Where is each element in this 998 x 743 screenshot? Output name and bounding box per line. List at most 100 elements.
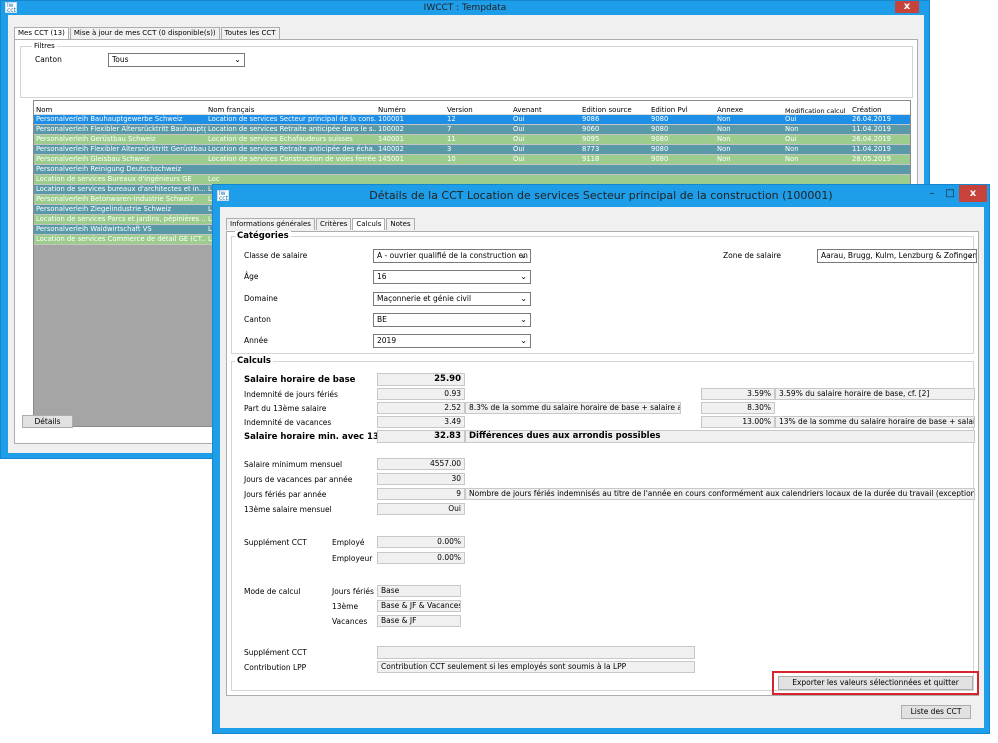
- tab-criteres[interactable]: Critères: [315, 218, 352, 230]
- zone-select[interactable]: Aarau, Brugg, Kulm, Lenzburg & Zofingen,…: [817, 249, 977, 263]
- table-cell: [206, 164, 376, 175]
- main-titlebar[interactable]: lw cct IWCCT : Tempdata x: [1, 1, 929, 15]
- liste-cct-button[interactable]: Liste des CCT: [901, 705, 971, 719]
- table-cell: 145001: [376, 154, 445, 165]
- table-cell: Location de services Construction de voi…: [206, 154, 376, 165]
- table-cell: 9086: [580, 114, 649, 125]
- table-cell: Personalverleih Flexibler Altersrücktrit…: [34, 124, 206, 135]
- age-value: 16: [377, 272, 387, 281]
- classe-select[interactable]: A - ouvrier qualifié de la construction …: [373, 249, 531, 263]
- table-cell: Non: [715, 144, 783, 155]
- jf-label: Indemnité de jours fériés: [244, 390, 338, 399]
- details-window-body: Informations générales Critères Calculs …: [220, 207, 984, 728]
- table-row[interactable]: Personalverleih Flexibler Altersrücktrit…: [34, 144, 910, 155]
- jf-desc: 3.59% du salaire horaire de base, cf. [2…: [775, 388, 975, 400]
- mensuel-value: 4557.00: [377, 458, 465, 470]
- table-cell: [850, 174, 910, 185]
- col-edition-pvl[interactable]: Edition Pvl: [649, 101, 715, 115]
- table-cell: Oui: [511, 124, 580, 135]
- table-cell: [580, 174, 649, 185]
- table-cell: [445, 164, 511, 175]
- col-numero[interactable]: Numéro: [376, 101, 445, 115]
- annee-select[interactable]: 2019 ⌄: [373, 334, 531, 348]
- col-modification-calcul[interactable]: Modification calcul: [783, 101, 850, 115]
- table-cell: Personalverleih Flexibler Altersrücktrit…: [34, 144, 206, 155]
- tab-calculs[interactable]: Calculs: [352, 218, 386, 230]
- table-row[interactable]: Personalverleih Reinigung Deutschschweiz: [34, 164, 910, 175]
- lpp-value: Contribution CCT seulement si les employ…: [377, 661, 695, 673]
- tab-informations-generales[interactable]: Informations générales: [226, 218, 315, 230]
- chevron-down-icon: ⌄: [520, 294, 527, 303]
- details-button[interactable]: Détails: [22, 415, 73, 428]
- table-row[interactable]: Location de services Bureaux d'ingénieur…: [34, 174, 910, 185]
- canton-select[interactable]: BE ⌄: [373, 313, 531, 327]
- table-cell: 11: [445, 134, 511, 145]
- table-row[interactable]: Personalverleih Gerüstbau Schweiz Locatio…: [34, 134, 910, 145]
- table-cell: 3: [445, 144, 511, 155]
- table-cell: 26.04.2019: [850, 114, 910, 125]
- table-cell: [783, 164, 850, 175]
- table-cell: 140002: [376, 144, 445, 155]
- table-cell: 9080: [649, 144, 715, 155]
- vac-pct: 13.00%: [701, 416, 775, 428]
- tab-notes[interactable]: Notes: [386, 218, 415, 230]
- col-creation[interactable]: Création: [850, 101, 910, 115]
- min-label: Salaire horaire min. avec 13ème: [244, 432, 400, 442]
- table-cell: [715, 164, 783, 175]
- maximize-icon[interactable]: □: [941, 185, 959, 202]
- table-cell: Non: [715, 134, 783, 145]
- jfa-label: Jours fériés par année: [244, 490, 327, 499]
- classe-value: A - ouvrier qualifié de la construction …: [377, 251, 531, 260]
- table-cell: 10: [445, 154, 511, 165]
- col-nom-francais[interactable]: Nom français: [206, 101, 376, 115]
- table-row[interactable]: Personalverleih Flexibler Altersrücktrit…: [34, 124, 910, 135]
- jfa-desc: Nombre de jours fériés indemnisés au tit…: [465, 488, 975, 500]
- age-select[interactable]: 16 ⌄: [373, 270, 531, 284]
- main-tabs: Mes CCT (13) Mise à jour de mes CCT (0 d…: [14, 27, 281, 39]
- canton-value: BE: [377, 315, 387, 324]
- app-icon: lw cct: [5, 2, 17, 14]
- table-cell: Location de services bureaux d'architect…: [34, 184, 206, 195]
- jfa-value: 9: [377, 488, 465, 500]
- table-cell: [580, 164, 649, 175]
- table-row[interactable]: Personalverleih Gleisbau Schweiz Location…: [34, 154, 910, 165]
- mode-jf-label: Jours fériés: [332, 587, 374, 596]
- mode-vac-value: Base & JF: [377, 615, 461, 627]
- export-button[interactable]: Exporter les valeurs sélectionnées et qu…: [778, 676, 973, 690]
- col-version[interactable]: Version: [445, 101, 511, 115]
- table-cell: 9080: [649, 114, 715, 125]
- table-cell: Location de services Echafaudeurs suisse…: [206, 134, 376, 145]
- lpp-label: Contribution LPP: [244, 663, 307, 672]
- minimize-icon[interactable]: –: [923, 185, 941, 202]
- tab-mes-cct[interactable]: Mes CCT (13): [14, 27, 69, 39]
- chevron-down-icon: ⌄: [520, 272, 527, 281]
- table-cell: 8773: [580, 144, 649, 155]
- col-edition-source[interactable]: Edition source: [580, 101, 649, 115]
- domaine-value: Maçonnerie et génie civil: [377, 294, 472, 303]
- annee-label: Année: [244, 336, 268, 345]
- table-cell: Personalverleih Gleisbau Schweiz: [34, 154, 206, 165]
- table-cell: 9080: [649, 134, 715, 145]
- table-cell: [445, 174, 511, 185]
- close-icon[interactable]: x: [895, 1, 919, 13]
- table-row[interactable]: Personalverleih Bauhauptgewerbe Schweiz L…: [34, 114, 910, 125]
- col-nom[interactable]: Nom: [34, 101, 206, 115]
- details-titlebar[interactable]: lw cct Détails de la CCT Location de serv…: [213, 185, 989, 207]
- table-cell: Location de services Retraite anticipée …: [206, 144, 376, 155]
- tab-mise-a-jour[interactable]: Mise à jour de mes CCT (0 disponible(s)): [69, 27, 220, 39]
- min-value: 32.83: [377, 430, 465, 443]
- tab-toutes-cct[interactable]: Toutes les CCT: [220, 27, 280, 39]
- close-icon[interactable]: x: [959, 185, 987, 202]
- canton-filter-select[interactable]: Tous ⌄: [108, 53, 245, 67]
- base-label: Salaire horaire de base: [244, 375, 356, 385]
- details-tabs: Informations générales Critères Calculs …: [226, 218, 416, 230]
- table-cell: Personalverleih Bauhauptgewerbe Schweiz: [34, 114, 206, 125]
- table-cell: Non: [715, 124, 783, 135]
- table-cell: Oui: [511, 144, 580, 155]
- col-avenant[interactable]: Avenant: [511, 101, 580, 115]
- employe-value: 0.00%: [377, 536, 465, 548]
- table-cell: [376, 174, 445, 185]
- table-cell: 11.04.2019: [850, 144, 910, 155]
- col-annexe[interactable]: Annexe: [715, 101, 783, 115]
- domaine-select[interactable]: Maçonnerie et génie civil ⌄: [373, 292, 531, 306]
